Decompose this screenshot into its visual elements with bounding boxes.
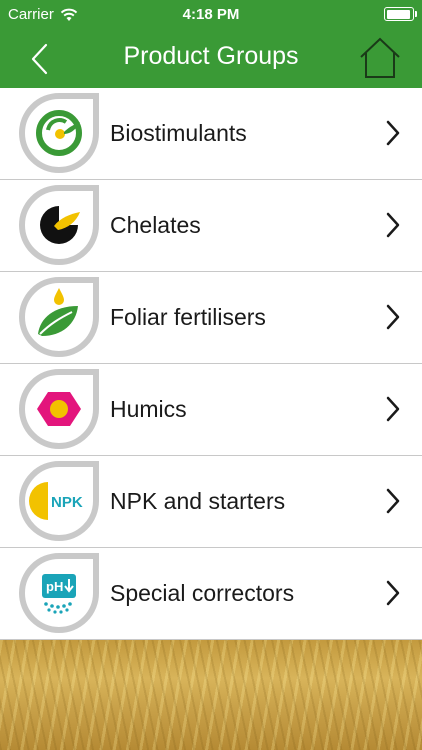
list-item-special-correctors[interactable]: pH Special correctors <box>0 548 422 640</box>
chevron-right-icon <box>386 212 400 238</box>
list-item-biostimulants[interactable]: Biostimulants <box>0 88 422 180</box>
list-item-foliar-fertilisers[interactable]: Foliar fertilisers <box>0 272 422 364</box>
npk-icon-text: NPK <box>51 494 83 511</box>
chevron-right-icon <box>386 304 400 330</box>
chevron-right-icon <box>386 120 400 146</box>
list-item-label: Humics <box>110 396 187 422</box>
npk-icon: NPK <box>19 461 99 541</box>
status-bar: Carrier 4:18 PM <box>0 0 422 30</box>
ph-icon-text: pH <box>46 579 63 594</box>
chelates-icon <box>19 185 99 265</box>
biostimulants-icon <box>19 93 99 173</box>
battery-icon <box>384 7 417 21</box>
list-item-label: Special correctors <box>110 580 295 606</box>
foliar-fertilisers-icon <box>19 277 99 357</box>
product-group-list: Biostimulants Chelates Foliar fertiliser… <box>0 88 422 640</box>
nav-bar: Product Groups <box>0 30 422 88</box>
special-correctors-icon: pH <box>19 553 99 633</box>
status-time: 4:18 PM <box>182 6 240 23</box>
list-item-label: NPK and starters <box>110 488 286 514</box>
chevron-right-icon <box>386 580 400 606</box>
battery-level <box>386 9 410 19</box>
list-item-label: Foliar fertilisers <box>110 304 266 330</box>
list-item-chelates[interactable]: Chelates <box>0 180 422 272</box>
list-item-humics[interactable]: Humics <box>0 364 422 456</box>
chevron-right-icon <box>386 396 400 422</box>
home-icon[interactable] <box>358 36 402 80</box>
list-item-label: Biostimulants <box>110 120 247 146</box>
list-item-label: Chelates <box>110 212 201 238</box>
wheat-field-image <box>0 640 422 750</box>
humics-icon <box>19 369 99 449</box>
list-item-npk[interactable]: NPK NPK and starters <box>0 456 422 548</box>
chevron-right-icon <box>386 488 400 514</box>
